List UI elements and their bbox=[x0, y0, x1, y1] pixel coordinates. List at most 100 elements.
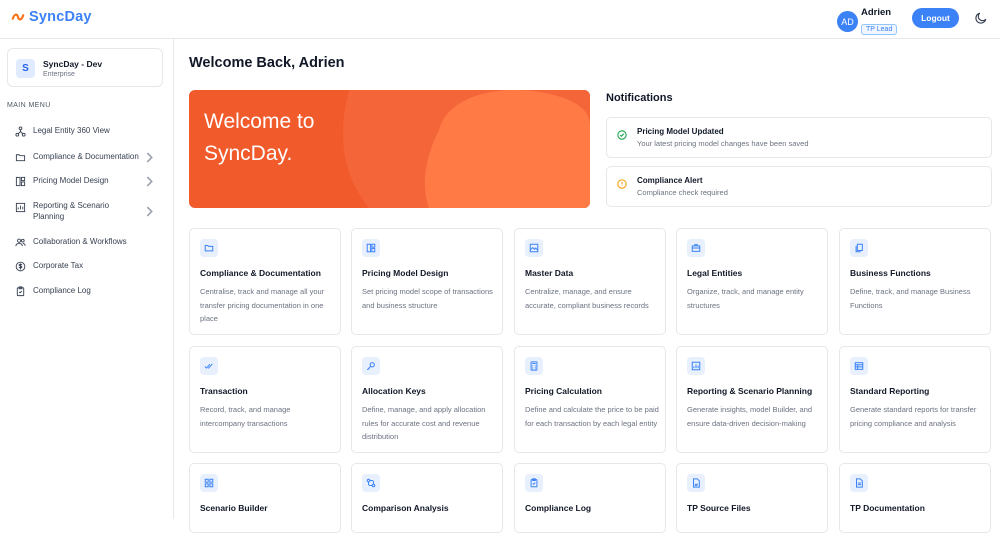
card-legal-entities[interactable]: Legal Entities Organize, track, and mana… bbox=[676, 228, 828, 335]
sidebar-item-label: Collaboration & Workflows bbox=[33, 237, 127, 247]
card-title: Transaction bbox=[200, 386, 248, 396]
card-icon-wrap bbox=[687, 239, 705, 257]
card-title: Master Data bbox=[525, 268, 574, 278]
card-title: Pricing Calculation bbox=[525, 386, 602, 396]
card-icon-wrap bbox=[362, 357, 380, 375]
card-compliance-documentation[interactable]: Compliance & Documentation Centralise, t… bbox=[189, 228, 341, 335]
card-compliance-log[interactable]: Compliance Log bbox=[514, 463, 666, 533]
card-desc: Define, manage, and apply allocation rul… bbox=[362, 405, 486, 441]
notifications-title: Notifications bbox=[606, 92, 673, 104]
card-comparison-analysis[interactable]: Comparison Analysis bbox=[351, 463, 503, 533]
card-tp-documentation[interactable]: TP Documentation bbox=[839, 463, 991, 533]
main-content: Welcome Back, Adrien Welcome to SyncDay.… bbox=[174, 39, 1000, 533]
folder-icon bbox=[204, 245, 214, 252]
card-master-data[interactable]: Master Data Centralize, manage, and ensu… bbox=[514, 228, 666, 335]
grid-icon bbox=[204, 478, 214, 488]
card-icon-wrap bbox=[850, 474, 868, 492]
moon-icon[interactable] bbox=[974, 11, 988, 25]
card-allocation-keys[interactable]: Allocation Keys Define, manage, and appl… bbox=[351, 346, 503, 453]
card-title: Scenario Builder bbox=[200, 503, 268, 513]
file-code-icon bbox=[693, 478, 700, 488]
menu-title: MAIN MENU bbox=[7, 102, 51, 109]
card-desc: Organize, track, and manage entity struc… bbox=[687, 287, 804, 310]
sidebar-item-compliance-log[interactable]: Compliance Log bbox=[15, 286, 160, 297]
card-icon-wrap bbox=[200, 239, 218, 257]
card-icon-wrap bbox=[525, 239, 543, 257]
card-reporting-scenario-planning[interactable]: Reporting & Scenario Planning Generate i… bbox=[676, 346, 828, 453]
sidebar-item-legal-entity-360[interactable]: Legal Entity 360 View bbox=[15, 126, 160, 137]
file-text-icon bbox=[856, 478, 863, 488]
org-badge: S bbox=[16, 59, 35, 78]
dollar-icon bbox=[15, 261, 26, 272]
chevron-right-icon bbox=[146, 152, 153, 163]
banner-text: Welcome to SyncDay. bbox=[204, 110, 315, 165]
sidebar-item-pricing-model-design[interactable]: Pricing Model Design bbox=[15, 176, 160, 187]
sidebar-item-label: Legal Entity 360 View bbox=[33, 126, 110, 136]
org-plan: Enterprise bbox=[43, 71, 75, 78]
card-title: Reporting & Scenario Planning bbox=[687, 386, 813, 396]
card-title: Pricing Model Design bbox=[362, 268, 449, 278]
card-pricing-calculation[interactable]: Pricing Calculation Define and calculate… bbox=[514, 346, 666, 453]
notification-text: Your latest pricing model changes have b… bbox=[637, 139, 809, 148]
card-icon-wrap bbox=[200, 474, 218, 492]
sidebar-item-label: Corporate Tax bbox=[33, 261, 84, 271]
welcome-banner: Welcome to SyncDay. bbox=[189, 90, 590, 208]
user-name: Adrien bbox=[861, 7, 892, 18]
card-title: Compliance & Documentation bbox=[200, 268, 321, 278]
card-business-functions[interactable]: Business Functions Define, track, and ma… bbox=[839, 228, 991, 335]
card-desc: Centralize, manage, and ensure accurate,… bbox=[525, 287, 649, 310]
org-switcher[interactable]: S SyncDay - Dev Enterprise bbox=[7, 48, 163, 87]
notification-item[interactable]: Pricing Model Updated Your latest pricin… bbox=[606, 117, 992, 158]
network-icon bbox=[15, 126, 26, 137]
notification-item[interactable]: Compliance Alert Compliance check requir… bbox=[606, 166, 992, 207]
layout-icon bbox=[15, 176, 26, 187]
table-icon bbox=[854, 362, 864, 370]
calculator-icon bbox=[530, 361, 538, 371]
card-title: TP Source Files bbox=[687, 503, 751, 513]
card-icon-wrap bbox=[687, 474, 705, 492]
card-title: Allocation Keys bbox=[362, 386, 426, 396]
sidebar-item-label: Pricing Model Design bbox=[33, 176, 109, 186]
user-meta: Adrien TP Lead bbox=[861, 7, 898, 36]
card-standard-reporting[interactable]: Standard Reporting Generate standard rep… bbox=[839, 346, 991, 453]
card-desc: Define and calculate the price to be pai… bbox=[525, 405, 659, 428]
bar-chart-icon bbox=[691, 361, 701, 371]
notification-text: Compliance check required bbox=[637, 188, 728, 197]
sidebar-item-compliance-documentation[interactable]: Compliance & Documentation bbox=[15, 152, 160, 163]
sidebar: S SyncDay - Dev Enterprise MAIN MENU Leg… bbox=[0, 39, 174, 519]
card-icon-wrap bbox=[687, 357, 705, 375]
layout-icon bbox=[366, 243, 376, 253]
report-icon bbox=[15, 202, 26, 213]
app-logo-text: SyncDay bbox=[29, 9, 92, 25]
sidebar-item-reporting-scenario-planning[interactable]: Reporting & Scenario Planning bbox=[15, 201, 160, 222]
card-title: Business Functions bbox=[850, 268, 931, 278]
git-compare-icon bbox=[366, 478, 376, 488]
app-logo[interactable]: SyncDay bbox=[11, 9, 92, 25]
card-icon-wrap bbox=[362, 474, 380, 492]
user-role-badge: TP Lead bbox=[861, 24, 898, 35]
user-profile[interactable]: AD Adrien TP Lead bbox=[837, 7, 898, 36]
alert-circle-icon bbox=[617, 179, 627, 189]
sync-logo-icon bbox=[11, 13, 25, 21]
image-icon bbox=[529, 243, 539, 253]
sidebar-item-corporate-tax[interactable]: Corporate Tax bbox=[15, 261, 160, 272]
card-title: Standard Reporting bbox=[850, 386, 930, 396]
card-transaction[interactable]: Transaction Record, track, and manage in… bbox=[189, 346, 341, 453]
card-icon-wrap bbox=[850, 239, 868, 257]
card-title: TP Documentation bbox=[850, 503, 925, 513]
clipboard-icon bbox=[16, 286, 25, 297]
notification-title: Compliance Alert bbox=[637, 176, 703, 185]
sidebar-item-label: Compliance & Documentation bbox=[33, 152, 139, 162]
card-pricing-model-design[interactable]: Pricing Model Design Set pricing model s… bbox=[351, 228, 503, 335]
check-circle-icon bbox=[617, 130, 627, 140]
org-name: SyncDay - Dev bbox=[43, 59, 103, 69]
page-title: Welcome Back, Adrien bbox=[189, 55, 345, 71]
card-desc: Define, track, and manage Business Funct… bbox=[850, 287, 971, 310]
sidebar-item-collaboration-workflows[interactable]: Collaboration & Workflows bbox=[15, 237, 160, 248]
card-tp-source-files[interactable]: TP Source Files bbox=[676, 463, 828, 533]
card-scenario-builder[interactable]: Scenario Builder bbox=[189, 463, 341, 533]
logout-button[interactable]: Logout bbox=[912, 8, 959, 28]
key-icon bbox=[366, 362, 375, 371]
avatar[interactable]: AD bbox=[837, 11, 858, 32]
card-desc: Generate insights, model Builder, and en… bbox=[687, 405, 813, 428]
